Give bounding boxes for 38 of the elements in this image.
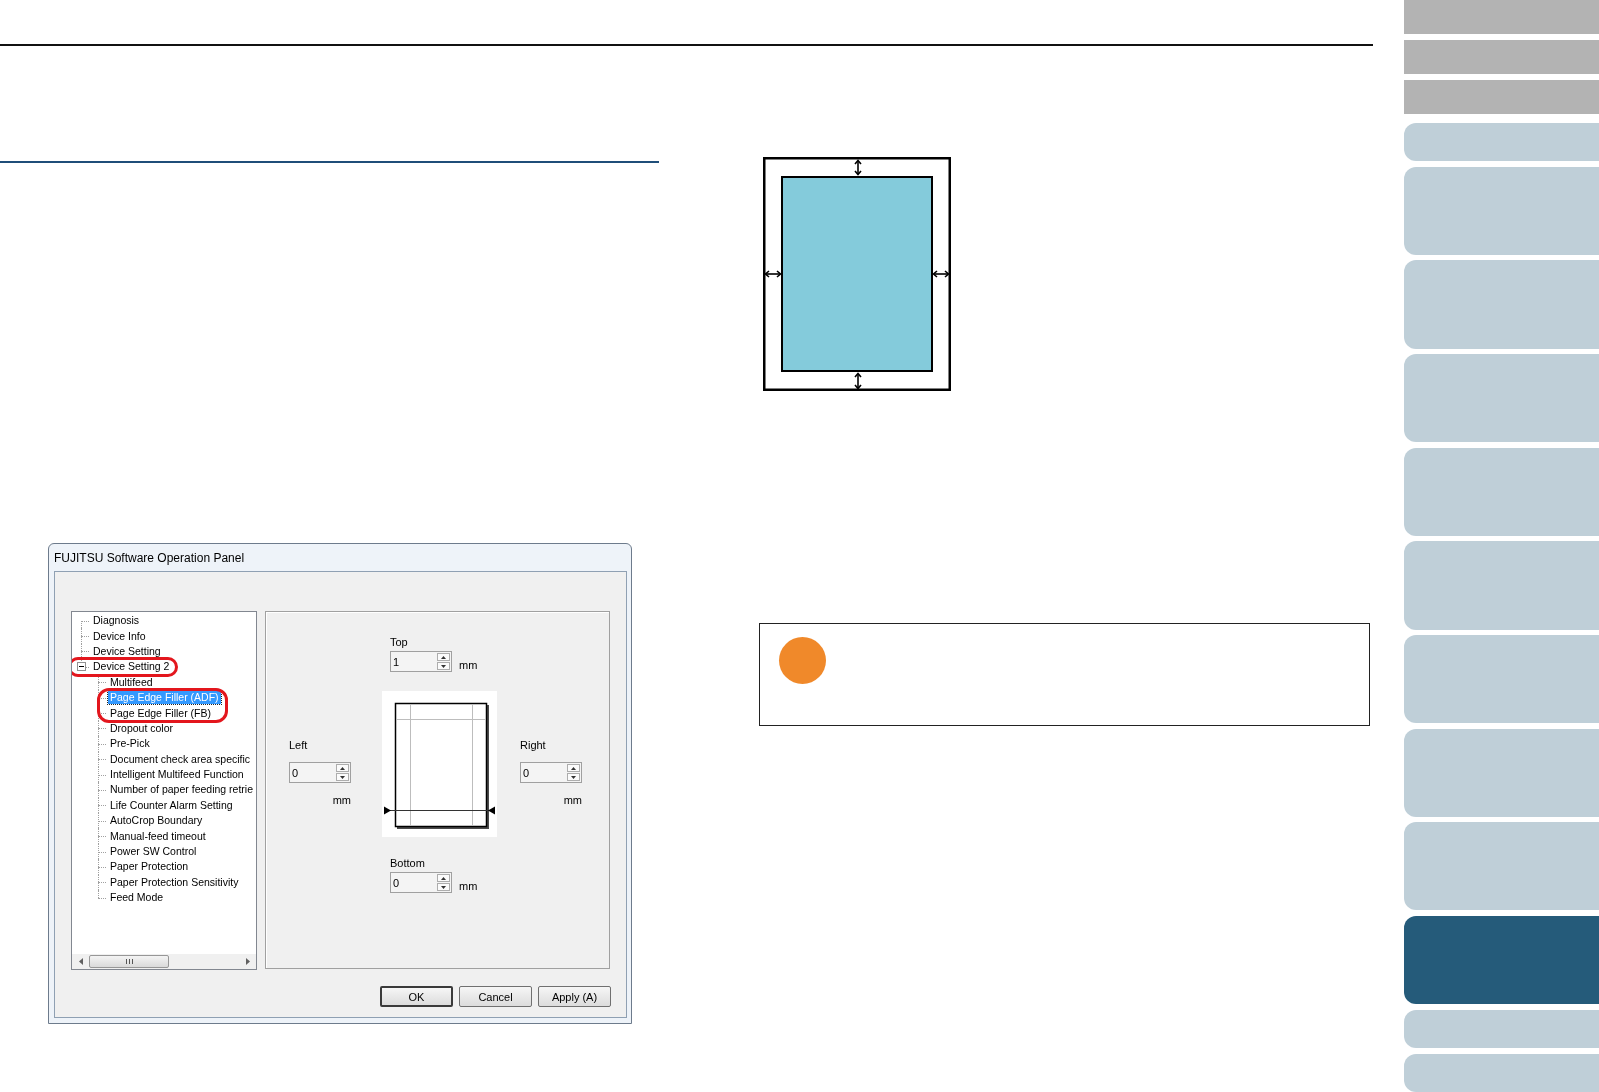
tree-item[interactable]: Number of paper feeding retrie: [108, 783, 255, 797]
left-arrow-icon[interactable]: [78, 958, 83, 965]
field-label: Bottom: [390, 856, 425, 870]
field-label: Left: [289, 738, 308, 752]
tree-item[interactable]: Life Counter Alarm Setting: [108, 798, 235, 812]
tree-item[interactable]: Page Edge Filler (FB): [108, 706, 213, 720]
tree-item[interactable]: AutoCrop Boundary: [108, 814, 205, 828]
tree-item[interactable]: Multifeed: [108, 675, 155, 689]
field-label: Top: [390, 635, 408, 649]
tree-view[interactable]: [71, 611, 257, 970]
field-label: Right: [520, 738, 546, 752]
dialog-button[interactable]: Cancel: [459, 986, 532, 1007]
nav-tab[interactable]: [1404, 915, 1599, 1005]
unit-label: mm: [563, 793, 582, 807]
tree-item[interactable]: Document check area specific: [108, 752, 253, 766]
minus-box-icon[interactable]: [77, 662, 86, 672]
tree-item[interactable]: Diagnosis: [91, 614, 142, 628]
grip-icon: [125, 959, 133, 964]
tree-item[interactable]: Dropout color: [108, 721, 176, 735]
unit-label: mm: [332, 793, 351, 807]
unit-label: mm: [459, 879, 478, 893]
window-title: FUJITSU Software Operation Panel: [54, 550, 245, 565]
tree-item[interactable]: Intelligent Multifeed Function: [108, 768, 246, 782]
scrollbar-thumb[interactable]: [89, 955, 169, 968]
tree-item[interactable]: Power SW Control: [108, 845, 199, 859]
horizontal-scrollbar[interactable]: [72, 954, 256, 969]
tree-item[interactable]: Device Setting 2: [91, 660, 172, 674]
unit-label: mm: [459, 658, 478, 672]
tree-item[interactable]: Paper Protection Sensitivity: [108, 875, 241, 889]
tree-item[interactable]: Manual-feed timeout: [108, 829, 208, 843]
tree-item[interactable]: Paper Protection: [108, 860, 191, 874]
tree-item[interactable]: Device Info: [91, 629, 148, 643]
dialog-button[interactable]: OK: [380, 986, 453, 1007]
right-arrow-icon[interactable]: [245, 958, 250, 965]
dialog-button[interactable]: Apply (A): [538, 986, 611, 1007]
tree-item[interactable]: Device Setting: [91, 644, 163, 658]
tree-item[interactable]: Feed Mode: [108, 891, 166, 905]
tree-item[interactable]: Pre-Pick: [108, 737, 152, 751]
